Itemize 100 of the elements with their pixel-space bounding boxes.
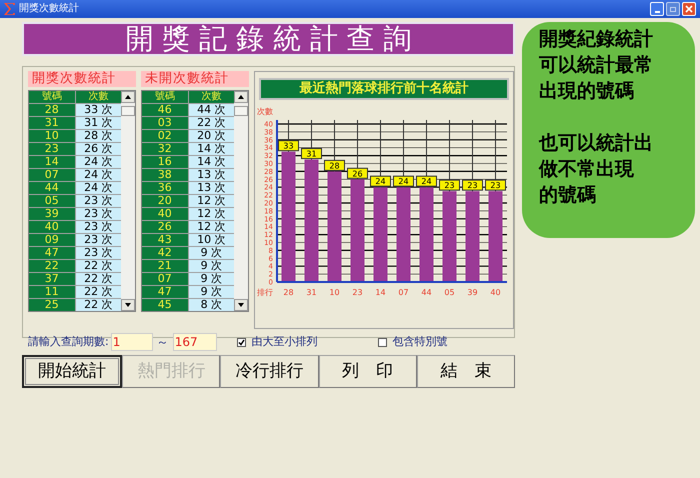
table-cell: 14 次 xyxy=(188,156,234,168)
table-cell: 12 次 xyxy=(188,208,234,220)
table-cell: 40 xyxy=(29,221,75,233)
data-label: 24 xyxy=(375,177,386,186)
table-cell: 32 xyxy=(142,143,188,155)
table-cell: 05 xyxy=(29,195,75,207)
checkbox-label: 由大至小排列 xyxy=(252,334,318,350)
data-label: 26 xyxy=(347,168,368,179)
note-text: 可以統計最常 xyxy=(539,53,654,78)
toolbar-button[interactable]: 列 印 xyxy=(318,355,417,388)
data-label: 23 xyxy=(462,180,483,191)
data-label: 24 xyxy=(416,176,437,187)
category-label: 23 xyxy=(352,288,363,297)
table-cell: 22 次 xyxy=(188,117,234,129)
table-cell: 03 xyxy=(142,117,188,129)
toolbar-button[interactable]: 冷行排行 xyxy=(220,355,319,388)
scroll-down-icon[interactable] xyxy=(234,299,248,311)
table-cell: 14 xyxy=(29,156,75,168)
table-cell: 22 次 xyxy=(76,286,122,298)
category-label: 31 xyxy=(306,288,317,297)
table-cell: 24 次 xyxy=(76,156,122,168)
table-cell: 09 xyxy=(29,234,75,246)
data-label: 33 xyxy=(278,140,299,152)
table-title: 開獎次數統計 xyxy=(28,71,136,87)
toolbar-button[interactable]: 結 束 xyxy=(416,355,516,388)
table-cell: 47 xyxy=(142,286,188,298)
table-cell: 12 次 xyxy=(188,195,234,207)
table-cell: 22 次 xyxy=(76,260,122,272)
chart-title: 最近熱門落球排行前十名統計 xyxy=(259,78,509,100)
data-label: 28 xyxy=(324,160,345,171)
column-header: 號碼 xyxy=(142,91,188,103)
table-cell: 45 xyxy=(142,299,188,311)
table-cell: 47 xyxy=(29,247,75,259)
table-cell: 9 次 xyxy=(188,260,234,272)
table-cell: 23 xyxy=(29,143,75,155)
period-to-field[interactable]: 167 xyxy=(172,333,217,351)
category-label: 14 xyxy=(375,288,386,297)
data-label: 31 xyxy=(301,148,322,160)
data-label: 31 xyxy=(306,150,317,159)
data-label: 24 xyxy=(398,177,409,186)
scroll-down-icon[interactable] xyxy=(121,299,135,311)
table-cell: 10 次 xyxy=(188,234,234,246)
table-cell: 25 xyxy=(29,299,75,311)
table-cell: 31 xyxy=(29,117,75,129)
table-cell: 23 次 xyxy=(76,247,122,259)
x-axis-label: 排行 xyxy=(257,288,273,297)
table-cell: 23 次 xyxy=(76,221,122,233)
scrollbar[interactable] xyxy=(121,91,135,311)
category-label: 07 xyxy=(398,288,409,297)
table-cell: 44 次 xyxy=(188,104,234,116)
checkbox-label: 包含特別號 xyxy=(392,334,448,350)
scroll-thumb[interactable] xyxy=(121,106,135,116)
table-cell: 31 次 xyxy=(76,117,122,129)
table-cell: 12 次 xyxy=(188,221,234,233)
close-icon[interactable] xyxy=(682,2,696,16)
data-label: 24 xyxy=(370,176,391,187)
data-label: 23 xyxy=(485,180,506,191)
table-cell: 02 xyxy=(142,130,188,142)
checkbox[interactable] xyxy=(236,338,246,346)
table-cell: 36 xyxy=(142,182,188,194)
y-axis-label: 次數 xyxy=(257,107,273,116)
scroll-up-icon[interactable] xyxy=(121,91,135,103)
table-cell: 20 xyxy=(142,195,188,207)
category-label: 05 xyxy=(444,288,455,297)
sigma-icon xyxy=(4,3,15,15)
category-label: 28 xyxy=(283,288,294,297)
table-cell: 07 xyxy=(29,169,75,181)
table-cell: 42 xyxy=(142,247,188,259)
note-text: 的號碼 xyxy=(539,183,597,208)
note-text: 做不常出現 xyxy=(539,157,635,182)
window-title: 開獎次數統計 xyxy=(19,3,79,15)
category-label: 44 xyxy=(421,288,432,297)
checkbox[interactable] xyxy=(378,338,387,346)
scrollbar[interactable] xyxy=(234,91,248,311)
data-label: 26 xyxy=(352,169,363,178)
table-cell: 44 xyxy=(29,182,75,194)
table-cell: 28 次 xyxy=(76,130,122,142)
table-cell: 24 次 xyxy=(76,169,122,181)
data-label: 23 xyxy=(444,181,455,190)
restore-icon[interactable] xyxy=(666,2,680,16)
toolbar-button[interactable]: 開始統計 xyxy=(22,355,122,388)
table-cell: 26 次 xyxy=(76,143,122,155)
table-cell: 33 次 xyxy=(76,104,122,116)
range-separator: ～ xyxy=(156,334,169,351)
table-cell: 23 次 xyxy=(76,234,122,246)
scroll-thumb[interactable] xyxy=(234,106,248,116)
table-cell: 39 xyxy=(29,208,75,220)
period-from-field[interactable]: 1 xyxy=(110,333,153,351)
category-label: 10 xyxy=(329,288,340,297)
data-label: 33 xyxy=(283,142,294,151)
table-cell: 07 xyxy=(142,273,188,285)
data-label: 28 xyxy=(329,161,340,170)
table-cell: 9 次 xyxy=(188,286,234,298)
minimize-icon[interactable] xyxy=(650,2,664,16)
category-label: 39 xyxy=(467,288,478,297)
note-text: 開獎紀錄統計 xyxy=(539,27,654,52)
scroll-up-icon[interactable] xyxy=(234,91,248,103)
banner: 開 獎 記 錄 統 計 查 詢 xyxy=(22,22,515,56)
table-cell: 13 次 xyxy=(188,182,234,194)
data-label: 24 xyxy=(393,176,414,187)
